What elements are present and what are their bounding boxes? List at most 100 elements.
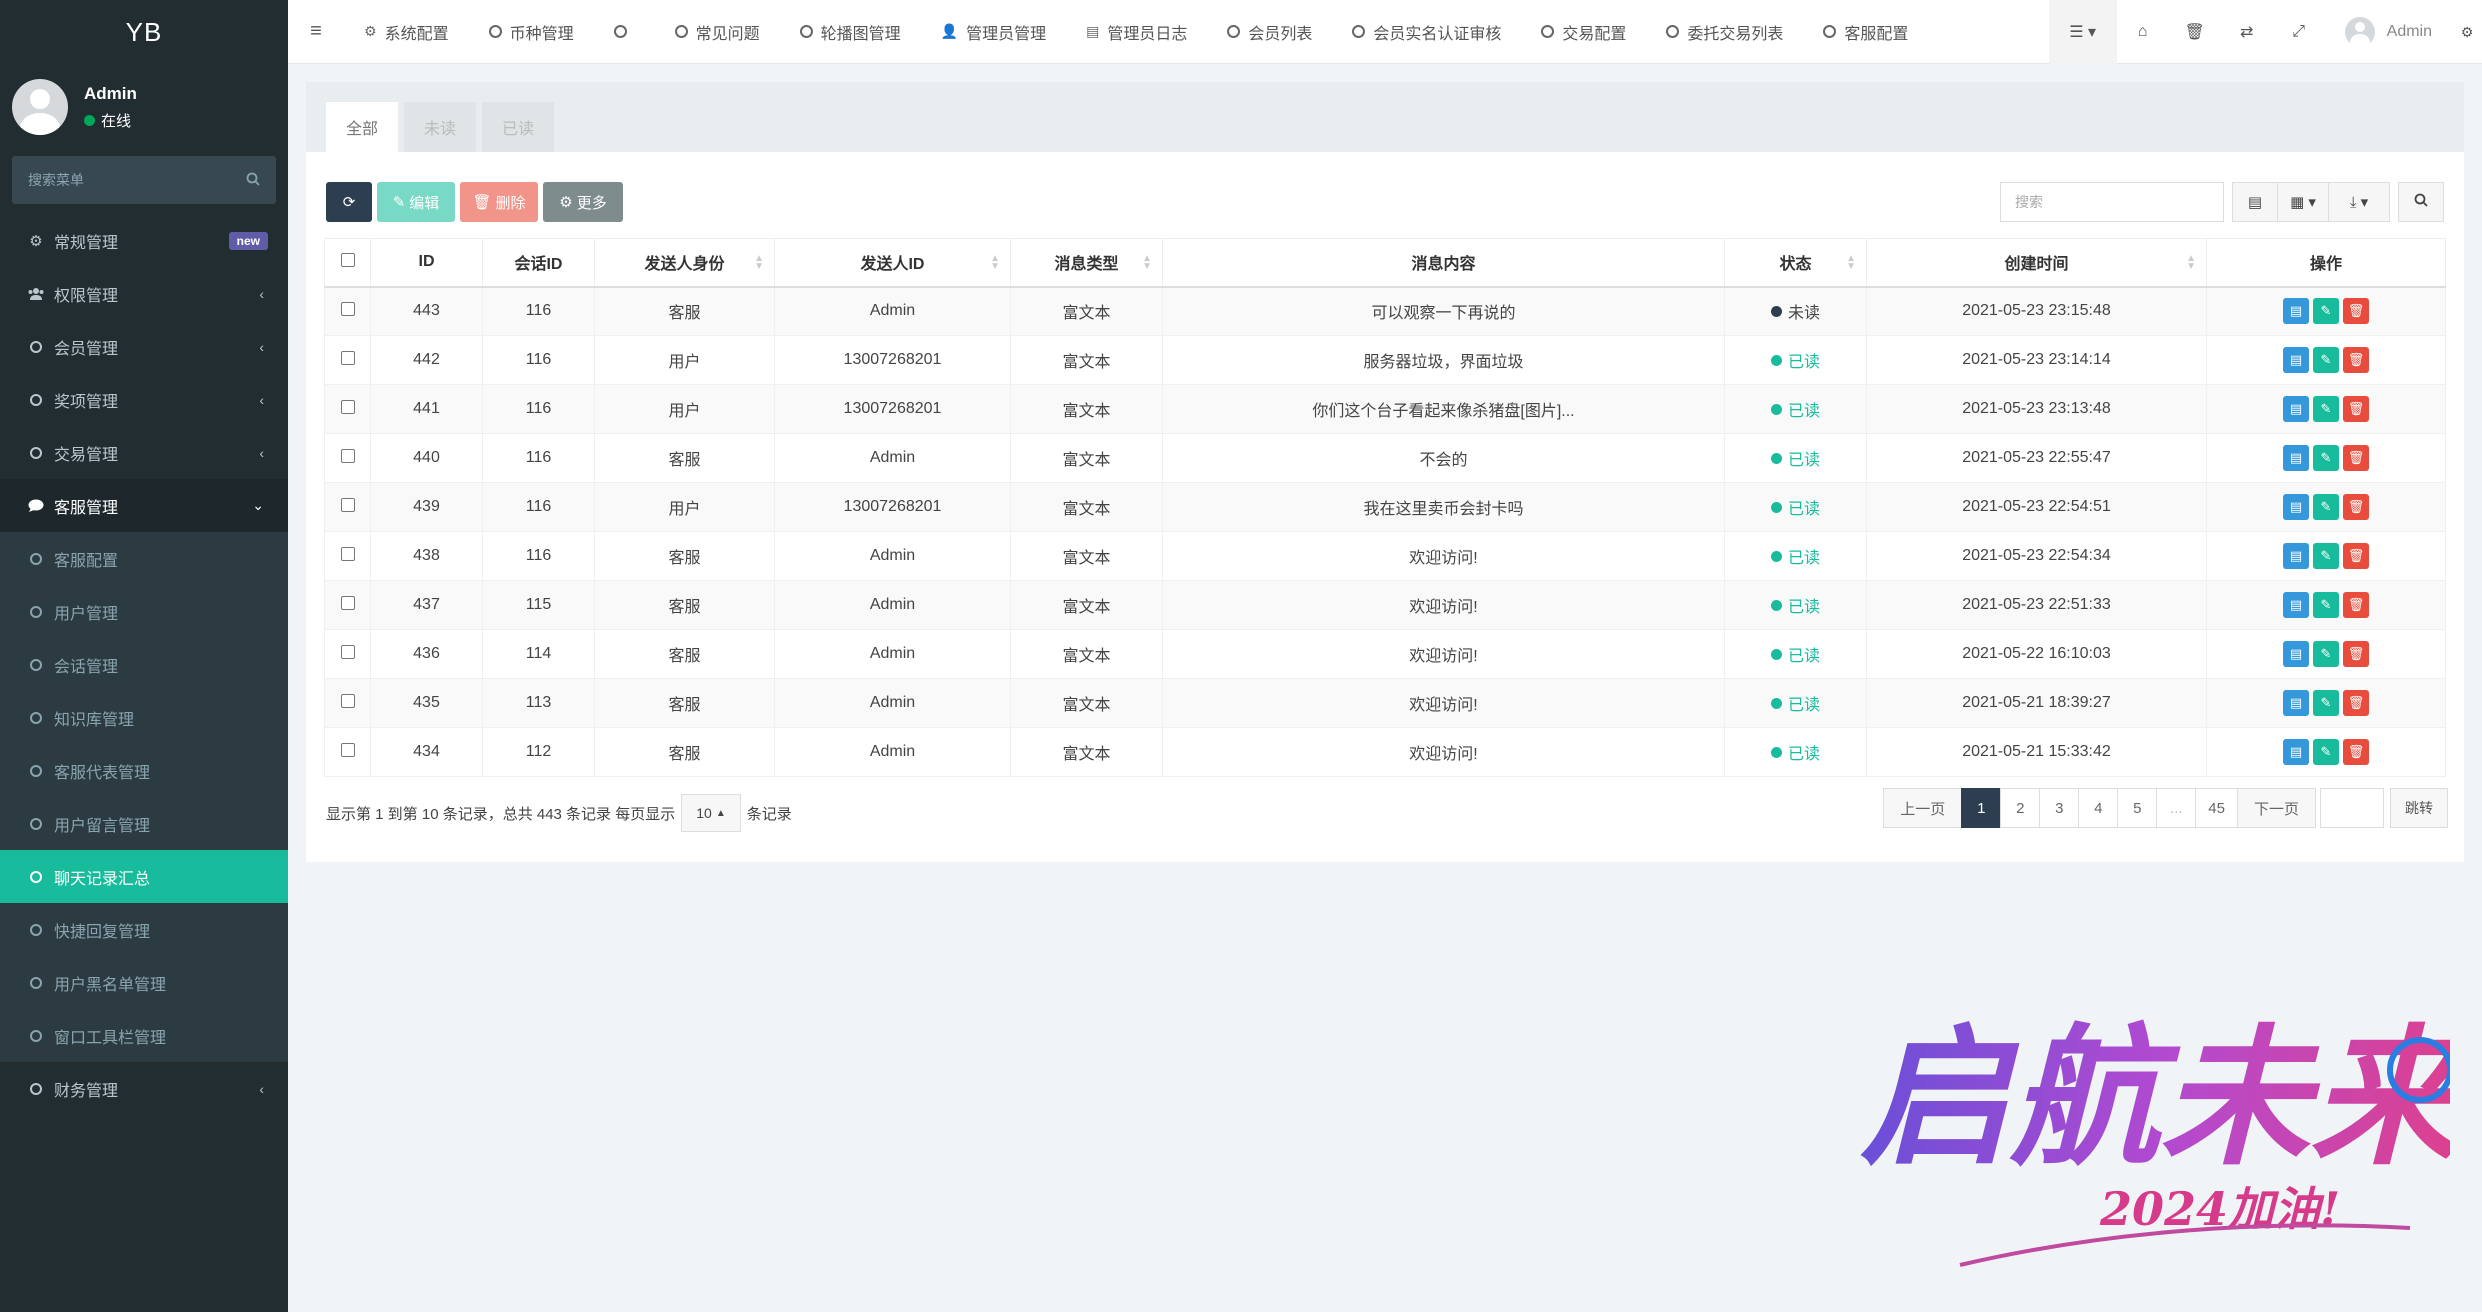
sidebar-item-cs-knowledge[interactable]: 知识库管理 <box>0 691 288 744</box>
col-sender-role[interactable]: 发送人身份 ▲ ▼ <box>594 238 775 288</box>
detail-button[interactable]: ▤ <box>2283 298 2309 325</box>
detail-button[interactable]: ▤ <box>2283 396 2309 422</box>
sidebar-item-cs-blacklist[interactable]: 用户黑名单管理 <box>0 956 288 1009</box>
row-checkbox[interactable] <box>340 693 355 708</box>
jump-page-input[interactable] <box>2320 788 2384 828</box>
table-row[interactable]: 443 116 客服 Admin 富文本 可以观察一下再说的 未读 2021-05-23 23… <box>324 286 2446 336</box>
export-button[interactable]: ⤓ ▾ <box>2328 182 2390 222</box>
col-created[interactable]: 创建时间 ▲ ▼ <box>1866 238 2207 288</box>
table-search-input[interactable]: 搜索 <box>2000 182 2224 222</box>
tab-admins[interactable]: 👤 管理员管理 <box>921 0 1066 64</box>
page-button[interactable]: 2 <box>2000 788 2041 828</box>
tab-member-list[interactable]: 会员列表 <box>1207 0 1332 64</box>
fullscreen-button[interactable]: ⤢ <box>2273 0 2325 64</box>
row-checkbox[interactable] <box>340 350 355 365</box>
more-button[interactable]: ⚙ 更多 <box>543 182 623 222</box>
col-session-id[interactable]: 会话ID <box>482 238 595 288</box>
columns-button[interactable]: ▦ ▾ <box>2277 182 2329 222</box>
sidebar-item-awards[interactable]: 奖项管理 ‹ <box>0 373 288 426</box>
delete-button[interactable]: 🗑 删除 <box>460 182 538 222</box>
sidebar-item-cs-sessions[interactable]: 会话管理 <box>0 638 288 691</box>
table-row[interactable]: 436 114 客服 Admin 富文本 欢迎访问! 已读 2021-05-22 16:10:… <box>324 629 2446 679</box>
edit-row-button[interactable]: ✎ <box>2313 445 2339 471</box>
table-row[interactable]: 439 116 用户 13007268201 富文本 我在这里卖币会封卡吗 已读 2021-0… <box>324 482 2446 532</box>
page-button[interactable]: 5 <box>2117 788 2158 828</box>
delete-row-button[interactable]: 🗑 <box>2343 396 2369 422</box>
refresh-button[interactable]: ⟳ <box>326 182 372 222</box>
toggle-view-button[interactable]: ▤ <box>2232 182 2278 222</box>
col-id[interactable]: ID <box>370 238 483 288</box>
tab-cs-config[interactable]: 客服配置 <box>1803 0 1928 64</box>
page-button[interactable]: 45 <box>2195 788 2238 828</box>
sidebar-item-trading[interactable]: 交易管理 ‹ <box>0 426 288 479</box>
sidebar-search-input[interactable]: 搜索菜单 <box>28 170 84 190</box>
edit-button[interactable]: ✎ 编辑 <box>377 182 455 222</box>
delete-row-button[interactable]: 🗑 <box>2343 641 2369 667</box>
edit-row-button[interactable]: ✎ <box>2313 543 2339 569</box>
tab-trade-config[interactable]: 交易配置 <box>1521 0 1646 64</box>
sidebar-item-cs-agents[interactable]: 客服代表管理 <box>0 744 288 797</box>
tab-currency[interactable]: 币种管理 <box>469 0 594 64</box>
sidebar-item-members[interactable]: 会员管理 ‹ <box>0 320 288 373</box>
next-page-button[interactable]: 下一页 <box>2236 788 2316 828</box>
edit-row-button[interactable]: ✎ <box>2313 739 2339 765</box>
detail-button[interactable]: ▤ <box>2283 543 2309 569</box>
page-button[interactable]: 3 <box>2039 788 2080 828</box>
tab-read[interactable]: 已读 <box>482 102 555 152</box>
tab-orders[interactable]: 委托交易列表 <box>1646 0 1803 64</box>
detail-button[interactable]: ▤ <box>2283 641 2309 667</box>
table-row[interactable]: 441 116 用户 13007268201 富文本 你们这个台子看起来像杀猪盘[图片].… <box>324 384 2446 434</box>
control-sidebar-toggle[interactable]: ⚙ <box>2452 24 2482 41</box>
col-content[interactable]: 消息内容 <box>1162 238 1725 288</box>
sidebar-item-permissions[interactable]: 权限管理 ‹ <box>0 267 288 320</box>
table-row[interactable]: 435 113 客服 Admin 富文本 欢迎访问! 已读 2021-05-21 18:39:… <box>324 678 2446 728</box>
sidebar-item-cs-messages[interactable]: 用户留言管理 <box>0 797 288 850</box>
brand-logo[interactable]: YB <box>0 0 288 64</box>
user-menu[interactable]: Admin <box>2325 17 2452 47</box>
language-button[interactable]: ⇄ <box>2221 0 2273 64</box>
advanced-search-button[interactable] <box>2398 182 2444 222</box>
tab-all[interactable]: 全部 <box>326 102 399 152</box>
detail-button[interactable]: ▤ <box>2283 592 2309 618</box>
clear-cache-button[interactable]: 🗑 <box>2169 0 2221 64</box>
edit-row-button[interactable]: ✎ <box>2313 396 2339 422</box>
row-checkbox[interactable] <box>340 448 355 463</box>
row-checkbox[interactable] <box>340 399 355 414</box>
sidebar-item-chat-logs[interactable]: 聊天记录汇总 <box>0 850 288 903</box>
row-checkbox[interactable] <box>340 546 355 561</box>
edit-row-button[interactable]: ✎ <box>2313 690 2339 716</box>
sidebar-item-general[interactable]: ⚙ 常规管理 new <box>0 214 288 267</box>
page-size-select[interactable]: 10 ▲ <box>681 794 741 832</box>
tab-system-config[interactable]: ⚙ 系统配置 <box>344 0 469 64</box>
tab-untitled[interactable] <box>594 0 655 64</box>
edit-row-button[interactable]: ✎ <box>2313 592 2339 618</box>
sidebar-item-cs-config[interactable]: 客服配置 <box>0 532 288 585</box>
row-checkbox[interactable] <box>340 301 355 316</box>
detail-button[interactable]: ▤ <box>2283 445 2309 471</box>
row-checkbox[interactable] <box>340 742 355 757</box>
row-checkbox[interactable] <box>340 644 355 659</box>
delete-row-button[interactable]: 🗑 <box>2343 347 2369 373</box>
sidebar-item-customer-service[interactable]: 客服管理 ⌄ <box>0 479 288 532</box>
delete-row-button[interactable]: 🗑 <box>2343 445 2369 471</box>
tab-faq[interactable]: 常见问题 <box>655 0 780 64</box>
detail-button[interactable]: ▤ <box>2283 690 2309 716</box>
delete-row-button[interactable]: 🗑 <box>2343 543 2369 569</box>
jump-button[interactable]: 跳转 <box>2390 788 2448 828</box>
delete-row-button[interactable]: 🗑 <box>2343 592 2369 618</box>
tab-kyc[interactable]: 会员实名认证审核 <box>1332 0 1521 64</box>
edit-row-button[interactable]: ✎ <box>2313 298 2339 325</box>
select-all-checkbox[interactable] <box>340 252 355 267</box>
sidebar-search[interactable]: 搜索菜单 <box>12 156 276 204</box>
sidebar-item-cs-toolbar[interactable]: 窗口工具栏管理 <box>0 1009 288 1062</box>
col-msg-type[interactable]: 消息类型 ▲ ▼ <box>1010 238 1163 288</box>
row-checkbox[interactable] <box>340 595 355 610</box>
table-row[interactable]: 437 115 客服 Admin 富文本 欢迎访问! 已读 2021-05-23 22:51:… <box>324 580 2446 630</box>
sidebar-item-cs-quick-replies[interactable]: 快捷回复管理 <box>0 903 288 956</box>
detail-button[interactable]: ▤ <box>2283 494 2309 520</box>
delete-row-button[interactable]: 🗑 <box>2343 298 2369 325</box>
tab-admin-log[interactable]: ▤ 管理员日志 <box>1066 0 1207 64</box>
detail-button[interactable]: ▤ <box>2283 347 2309 373</box>
col-sender-id[interactable]: 发送人ID ▲ ▼ <box>774 238 1011 288</box>
delete-row-button[interactable]: 🗑 <box>2343 739 2369 765</box>
